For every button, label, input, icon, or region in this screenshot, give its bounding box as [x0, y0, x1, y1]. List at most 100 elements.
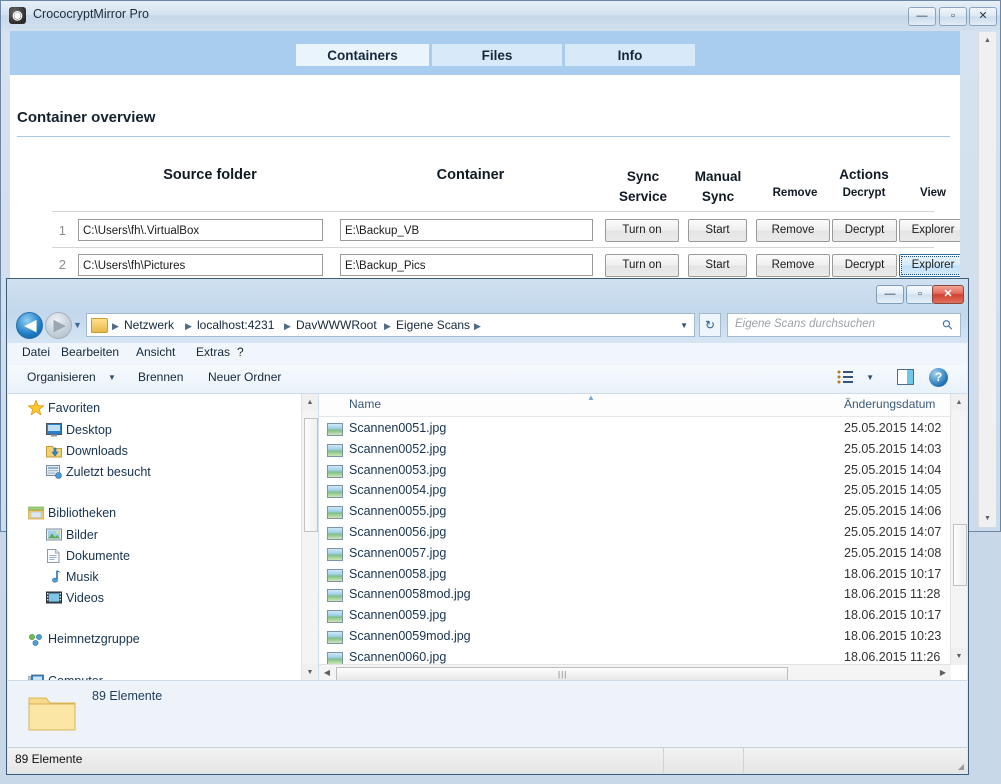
- burn-button[interactable]: Brennen: [138, 370, 183, 384]
- sidebar-item-favoriten[interactable]: Favoriten: [48, 401, 100, 415]
- resize-grip[interactable]: ◢: [958, 762, 964, 771]
- menu-help[interactable]: ?: [237, 345, 244, 359]
- image-file-icon: [327, 485, 343, 499]
- tab-info[interactable]: Info: [564, 43, 696, 67]
- recent-icon: [46, 465, 62, 480]
- status-text: 89 Elemente: [15, 752, 83, 766]
- scrollbar-thumb[interactable]: [953, 524, 967, 586]
- list-item[interactable]: Scannen0054.jpg 25.05.2015 14:05: [319, 482, 967, 503]
- scroll-up-arrow[interactable]: ▲: [951, 394, 967, 411]
- sidebar-item-heimnetzgruppe[interactable]: Heimnetzgruppe: [48, 632, 140, 646]
- tab-containers[interactable]: Containers: [295, 43, 430, 67]
- manual-sync-button-1[interactable]: Start: [688, 219, 747, 242]
- list-item[interactable]: Scannen0058mod.jpg 18.06.2015 11:28: [319, 586, 967, 607]
- sync-service-button-2[interactable]: Turn on: [605, 254, 679, 277]
- container-input-1[interactable]: E:\Backup_VB: [340, 219, 593, 241]
- file-list-horizontal-scrollbar[interactable]: ◀ ||| ▶: [319, 664, 951, 681]
- explorer-button-2[interactable]: Explorer: [899, 254, 960, 277]
- list-item[interactable]: Scannen0051.jpg 25.05.2015 14:02: [319, 420, 967, 441]
- address-bar[interactable]: ▶ Netzwerk ▶ localhost:4231 ▶ DavWWWRoot…: [86, 313, 695, 337]
- sync-line2: Service: [618, 189, 668, 204]
- explorer-close-button[interactable]: ✕: [932, 285, 964, 304]
- explorer-button-1[interactable]: Explorer: [899, 219, 960, 242]
- file-list-column-header: Name ▲ Änderungsdatum: [319, 393, 967, 417]
- help-icon[interactable]: ?: [929, 368, 948, 387]
- app-close-button[interactable]: ✕: [969, 7, 997, 26]
- scroll-up-arrow[interactable]: ▲: [302, 394, 318, 411]
- view-options-icon[interactable]: [836, 369, 854, 385]
- details-item-count: 89 Elemente: [92, 689, 163, 703]
- sidebar-item-musik[interactable]: Musik: [66, 570, 99, 584]
- scroll-up-arrow[interactable]: ▲: [979, 32, 996, 49]
- tab-files[interactable]: Files: [431, 43, 563, 67]
- scroll-left-arrow[interactable]: ◀: [319, 665, 335, 681]
- scroll-down-arrow[interactable]: ▼: [979, 510, 996, 527]
- explorer-minimize-button[interactable]: —: [876, 285, 904, 304]
- list-item[interactable]: Scannen0059.jpg 18.06.2015 10:17: [319, 607, 967, 628]
- column-header-name[interactable]: Name: [349, 397, 381, 411]
- new-folder-button[interactable]: Neuer Ordner: [208, 370, 281, 384]
- source-folder-input-2[interactable]: C:\Users\fh\Pictures: [78, 254, 323, 276]
- chevron-down-icon[interactable]: ▼: [680, 321, 688, 330]
- column-header-view: View: [920, 187, 946, 199]
- scroll-down-arrow[interactable]: ▼: [951, 648, 967, 665]
- breadcrumb-eigene-scans[interactable]: Eigene Scans: [396, 317, 470, 334]
- chevron-down-icon[interactable]: ▼: [866, 373, 874, 382]
- scroll-right-arrow[interactable]: ▶: [935, 665, 951, 681]
- container-input-2[interactable]: E:\Backup_Pics: [340, 254, 593, 276]
- sync-service-button-1[interactable]: Turn on: [605, 219, 679, 242]
- breadcrumb-netzwerk[interactable]: Netzwerk: [124, 317, 174, 334]
- chevron-down-icon[interactable]: ▼: [108, 373, 116, 382]
- list-item[interactable]: Scannen0053.jpg 25.05.2015 14:04: [319, 462, 967, 483]
- breadcrumb-davwwwroot[interactable]: DavWWWRoot: [296, 317, 377, 334]
- row-divider: [52, 211, 934, 212]
- maximize-icon: ▫: [951, 10, 955, 22]
- scrollbar-thumb[interactable]: |||: [336, 667, 788, 681]
- decrypt-button-2[interactable]: Decrypt: [832, 254, 897, 277]
- refresh-button[interactable]: ↻: [699, 313, 721, 337]
- manual-sync-button-2[interactable]: Start: [688, 254, 747, 277]
- decrypt-button-1[interactable]: Decrypt: [832, 219, 897, 242]
- sidebar-item-dokumente[interactable]: Dokumente: [66, 549, 130, 563]
- list-item[interactable]: Scannen0055.jpg 25.05.2015 14:06: [319, 503, 967, 524]
- image-file-icon: [327, 610, 343, 624]
- file-list-scrollbar[interactable]: ▲ ▼: [950, 394, 967, 665]
- explorer-maximize-button[interactable]: ▫: [906, 285, 934, 304]
- menu-bearbeiten[interactable]: Bearbeiten: [61, 345, 119, 359]
- back-button[interactable]: ◀: [16, 312, 43, 339]
- app-vertical-scrollbar[interactable]: ▲ ▼: [978, 32, 996, 527]
- recent-pages-dropdown-icon[interactable]: ▼: [73, 320, 82, 330]
- scroll-down-arrow[interactable]: ▼: [302, 664, 318, 681]
- navpane-scrollbar[interactable]: ▲ ▼: [301, 394, 318, 681]
- sidebar-item-videos[interactable]: Videos: [66, 591, 104, 605]
- forward-button[interactable]: ▶: [45, 312, 72, 339]
- sidebar-item-desktop[interactable]: Desktop: [66, 423, 112, 437]
- breadcrumb-separator: ▶: [384, 321, 391, 331]
- sidebar-item-bilder[interactable]: Bilder: [66, 528, 98, 542]
- menu-ansicht[interactable]: Ansicht: [136, 345, 175, 359]
- column-header-actions: Actions: [839, 167, 889, 182]
- file-modified-date: 25.05.2015 14:02: [844, 421, 942, 435]
- scrollbar-thumb[interactable]: [304, 418, 318, 532]
- menu-datei[interactable]: Datei: [22, 345, 50, 359]
- list-item[interactable]: Scannen0057.jpg 25.05.2015 14:08: [319, 545, 967, 566]
- list-item[interactable]: Scannen0059mod.jpg 18.06.2015 10:23: [319, 628, 967, 649]
- sidebar-item-bibliotheken[interactable]: Bibliotheken: [48, 506, 116, 520]
- remove-button-1[interactable]: Remove: [756, 219, 830, 242]
- menu-extras[interactable]: Extras: [196, 345, 230, 359]
- source-folder-input-1[interactable]: C:\Users\fh\.VirtualBox: [78, 219, 323, 241]
- preview-pane-icon[interactable]: [897, 369, 914, 385]
- status-divider: [743, 748, 744, 773]
- organize-button[interactable]: Organisieren: [27, 370, 96, 384]
- column-header-modified[interactable]: Änderungsdatum: [844, 397, 935, 411]
- app-maximize-button[interactable]: ▫: [939, 7, 967, 26]
- list-item[interactable]: Scannen0056.jpg 25.05.2015 14:07: [319, 524, 967, 545]
- remove-button-2[interactable]: Remove: [756, 254, 830, 277]
- search-input[interactable]: Eigene Scans durchsuchen ⚲: [727, 313, 961, 337]
- app-minimize-button[interactable]: —: [908, 7, 936, 26]
- breadcrumb-localhost[interactable]: localhost:4231: [197, 317, 274, 334]
- sidebar-item-downloads[interactable]: Downloads: [66, 444, 128, 458]
- sidebar-item-zuletzt-besucht[interactable]: Zuletzt besucht: [66, 465, 151, 479]
- list-item[interactable]: Scannen0058.jpg 18.06.2015 10:17: [319, 566, 967, 587]
- list-item[interactable]: Scannen0052.jpg 25.05.2015 14:03: [319, 441, 967, 462]
